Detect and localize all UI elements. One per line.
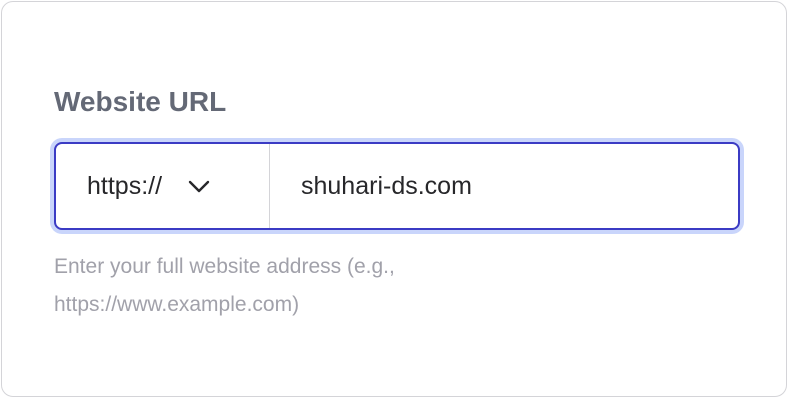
url-input-group: https://: [54, 142, 740, 230]
protocol-select[interactable]: https://: [56, 144, 270, 228]
field-label: Website URL: [54, 86, 227, 117]
url-input[interactable]: [270, 144, 738, 228]
url-field-card: Website URL https:// Enter your full web…: [1, 1, 787, 397]
chevron-down-icon: [186, 173, 212, 199]
protocol-select-value: https://: [87, 171, 163, 200]
helper-text: Enter your full website address (e.g., h…: [54, 255, 395, 316]
